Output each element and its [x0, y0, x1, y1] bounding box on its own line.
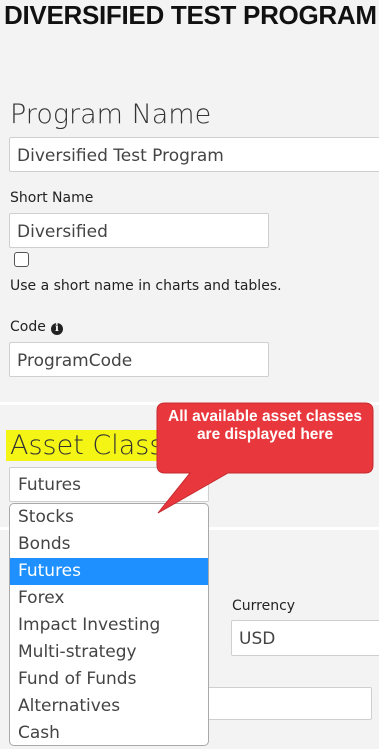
annotation-text: All available asset classes are displaye…: [168, 408, 362, 443]
annotation-callout: [156, 402, 374, 514]
